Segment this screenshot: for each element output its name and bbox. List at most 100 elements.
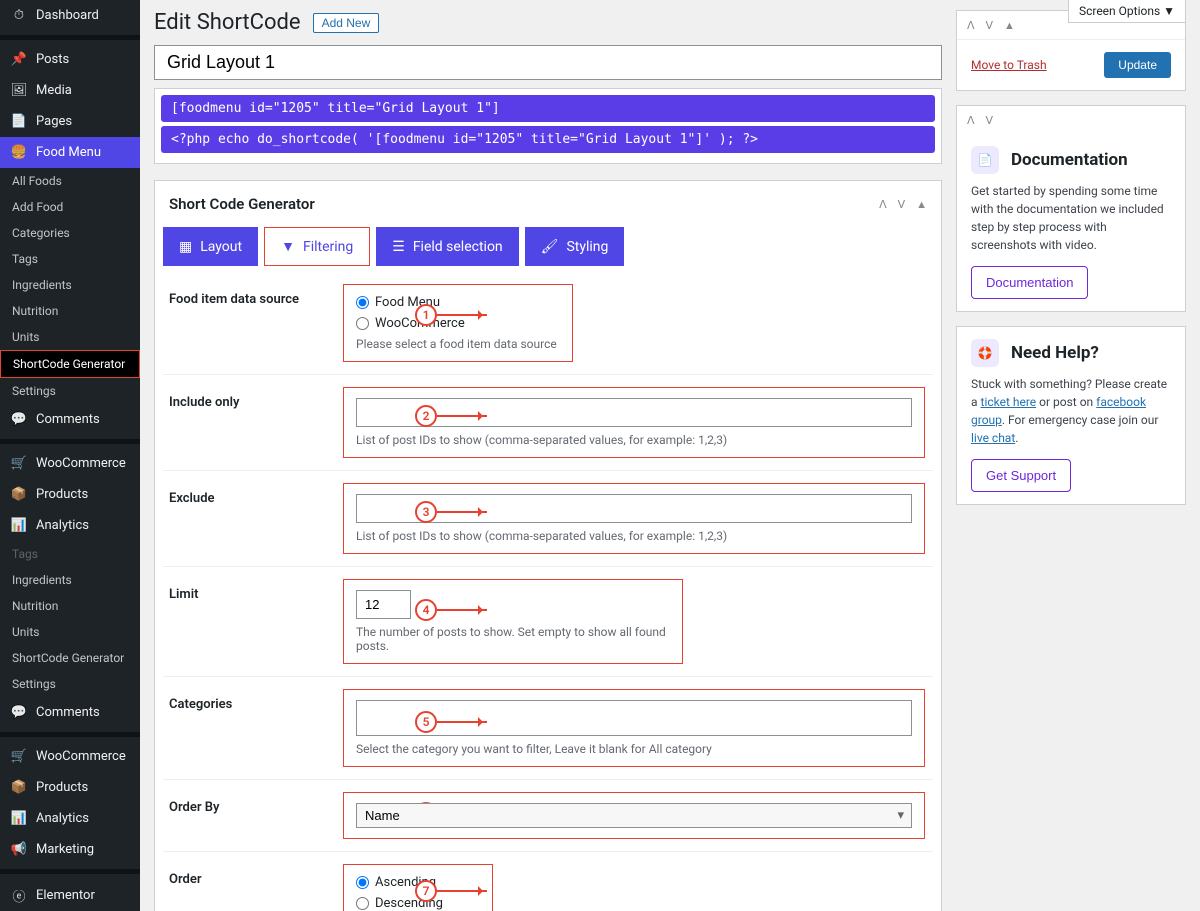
livechat-link[interactable]: live chat	[971, 431, 1015, 445]
food-menu-icon: 🍔	[10, 145, 28, 160]
submenu-shortcode-generator[interactable]: ShortCode Generator	[0, 350, 140, 378]
limit-input[interactable]	[356, 590, 411, 619]
submenu-nutrition[interactable]: Nutrition	[0, 298, 140, 324]
elementor-icon: ⓔ	[10, 886, 28, 905]
doc-icon: 📄	[971, 146, 999, 174]
products-icon: 📦	[10, 487, 28, 502]
source-foodmenu-radio[interactable]	[356, 296, 369, 309]
woocommerce-icon: 🛒	[10, 456, 28, 471]
menu-pages[interactable]: 📄Pages	[0, 106, 140, 137]
callout-7: 7	[415, 880, 437, 902]
submenu-tags[interactable]: Tags	[0, 541, 140, 567]
help-title: Need Help?	[1011, 343, 1099, 363]
tab-field-selection[interactable]: ☰Field selection	[376, 227, 518, 266]
order-desc-radio[interactable]	[356, 897, 369, 910]
menu-elementor[interactable]: ⓔElementor	[0, 878, 140, 911]
comments-icon: 💬	[10, 705, 28, 720]
order-label: Order	[163, 864, 343, 911]
shortcode-title-input[interactable]	[154, 45, 942, 80]
layout-tab-icon: ▦	[179, 239, 192, 255]
filtering-tab-icon: ▼	[281, 238, 295, 255]
page-title: Edit ShortCode	[154, 10, 301, 35]
analytics-icon: 📊	[10, 811, 28, 826]
php-shortcode-line[interactable]: <?php echo do_shortcode( '[foodmenu id="…	[161, 126, 935, 153]
main-content: Screen Options ▼ Edit ShortCode Add New …	[140, 0, 1200, 911]
menu-marketing[interactable]: 📢Marketing	[0, 834, 140, 865]
dashboard-icon: ⏱	[10, 8, 28, 23]
source-woocommerce-radio[interactable]	[356, 317, 369, 330]
posts-icon: 📌	[10, 52, 28, 67]
submenu-ingredients[interactable]: Ingredients	[0, 567, 140, 593]
marketing-icon: 📢	[10, 842, 28, 857]
move-to-trash-link[interactable]: Move to Trash	[971, 58, 1047, 72]
products-icon: 📦	[10, 780, 28, 795]
orderby-label: Order By	[163, 792, 343, 839]
screen-options-button[interactable]: Screen Options ▼	[1068, 0, 1186, 23]
woocommerce-icon: 🛒	[10, 749, 28, 764]
menu-dashboard[interactable]: ⏱Dashboard	[0, 0, 140, 31]
submenu-settings[interactable]: Settings	[0, 671, 140, 697]
exclude-label: Exclude	[163, 483, 343, 554]
submenu-nutrition[interactable]: Nutrition	[0, 593, 140, 619]
admin-sidebar: ⏱Dashboard 📌Posts🖼Media📄Pages🍔Food MenuAl…	[0, 0, 140, 911]
submenu-tags[interactable]: Tags	[0, 246, 140, 272]
need-help-box: 🛟 Need Help? Stuck with something? Please…	[956, 326, 1186, 505]
order-asc-radio[interactable]	[356, 876, 369, 889]
menu-posts[interactable]: 📌Posts	[0, 44, 140, 75]
media-icon: 🖼	[10, 83, 28, 98]
help-icon: 🛟	[971, 339, 999, 367]
documentation-button[interactable]: Documentation	[971, 266, 1088, 299]
submenu-ingredients[interactable]: Ingredients	[0, 272, 140, 298]
field selection-tab-icon: ☰	[392, 239, 405, 255]
documentation-box: ᐱ ᐯ 📄 Documentation Get started by spendi…	[956, 105, 1186, 312]
menu-analytics[interactable]: 📊Analytics	[0, 803, 140, 834]
callout-4: 4	[415, 599, 437, 621]
shortcode-output-box: [foodmenu id="1205" title="Grid Layout 1…	[154, 88, 942, 164]
callout-1: 1	[415, 304, 437, 326]
doc-text: Get started by spending some time with t…	[971, 182, 1171, 254]
menu-analytics[interactable]: 📊Analytics	[0, 510, 140, 541]
menu-food-menu[interactable]: 🍔Food Menu	[0, 137, 140, 168]
menu-woocommerce[interactable]: 🛒WooCommerce	[0, 741, 140, 772]
categories-label: Categories	[163, 689, 343, 767]
help-text: Stuck with something? Please create a ti…	[971, 375, 1171, 447]
ticket-link[interactable]: ticket here	[981, 395, 1037, 409]
update-button[interactable]: Update	[1104, 52, 1171, 78]
limit-label: Limit	[163, 579, 343, 664]
analytics-icon: 📊	[10, 518, 28, 533]
styling-tab-icon: 🖌	[541, 239, 559, 255]
include-label: Include only	[163, 387, 343, 458]
menu-products[interactable]: 📦Products	[0, 479, 140, 510]
callout-3: 3	[415, 501, 437, 523]
submenu-settings[interactable]: Settings	[0, 378, 140, 404]
menu-products[interactable]: 📦Products	[0, 772, 140, 803]
tab-layout[interactable]: ▦Layout	[163, 227, 258, 266]
tab-styling[interactable]: 🖌Styling	[525, 227, 625, 266]
tab-filtering[interactable]: ▼Filtering	[264, 227, 370, 266]
callout-5: 5	[415, 711, 437, 733]
generator-tabs: ▦Layout▼Filtering☰Field selection🖌Stylin…	[155, 227, 941, 266]
doc-title: Documentation	[1011, 150, 1128, 170]
filtering-form: 1 Food item data source Food Menu WooCom…	[155, 266, 941, 911]
menu-comments[interactable]: 💬Comments	[0, 404, 140, 435]
submenu-shortcode-generator[interactable]: ShortCode Generator	[0, 645, 140, 671]
get-support-button[interactable]: Get Support	[971, 459, 1071, 492]
shortcode-generator-panel: Short Code Generator ᐱ ᐯ ▲ ▦Layout▼Filte…	[154, 180, 942, 911]
submenu-units[interactable]: Units	[0, 324, 140, 350]
menu-woocommerce[interactable]: 🛒WooCommerce	[0, 448, 140, 479]
submenu-units[interactable]: Units	[0, 619, 140, 645]
panel-toggle-handles[interactable]: ᐱ ᐯ ▲	[879, 196, 927, 212]
shortcode-line[interactable]: [foodmenu id="1205" title="Grid Layout 1…	[161, 95, 935, 122]
menu-media[interactable]: 🖼Media	[0, 75, 140, 106]
submenu-all-foods[interactable]: All Foods	[0, 168, 140, 194]
source-label: Food item data source	[163, 284, 343, 362]
add-new-button[interactable]: Add New	[313, 13, 380, 33]
submenu-add-food[interactable]: Add Food	[0, 194, 140, 220]
menu-comments[interactable]: 💬Comments	[0, 697, 140, 728]
doc-toggle[interactable]: ᐱ ᐯ	[957, 106, 1185, 134]
submenu-categories[interactable]: Categories	[0, 220, 140, 246]
comments-icon: 💬	[10, 412, 28, 427]
panel-heading: Short Code Generator	[169, 195, 315, 213]
pages-icon: 📄	[10, 114, 28, 129]
orderby-select[interactable]: Name	[356, 803, 912, 828]
